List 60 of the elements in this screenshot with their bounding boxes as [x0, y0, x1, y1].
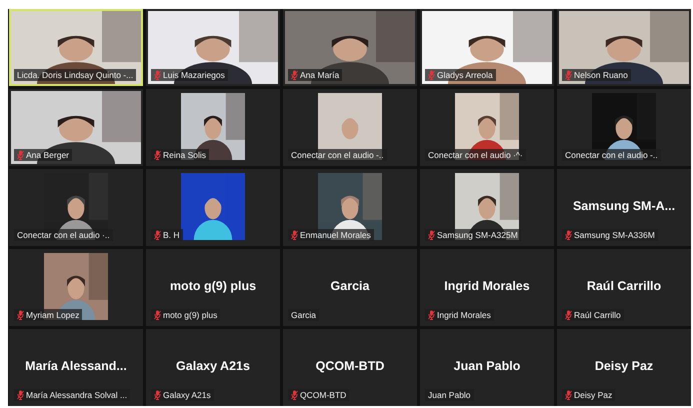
participant-label: Galaxy A21s: [163, 389, 211, 401]
video-tile[interactable]: QCOM-BTD QCOM-BTD: [283, 329, 417, 406]
participant-label: B. H: [163, 229, 180, 241]
video-tile[interactable]: María Alessand... María Alessandra Solval ...: [9, 329, 143, 406]
video-tile[interactable]: moto g(9) plus moto g(9) plus: [146, 249, 280, 326]
video-tile[interactable]: Ana María: [283, 9, 417, 86]
participant-label: Samsung SM-A336M: [574, 229, 655, 241]
video-tile[interactable]: Ana Berger: [9, 89, 143, 166]
video-tile[interactable]: Nelson Ruano: [557, 9, 691, 86]
video-tile[interactable]: Conectar con el audio ·^·: [420, 89, 554, 166]
video-tile[interactable]: Ingrid Morales Ingrid Morales: [420, 249, 554, 326]
participant-name: María Alessand...: [24, 358, 128, 375]
video-tile[interactable]: Reina Solis: [146, 89, 280, 166]
participant-label: Conectar con el audio ·..: [17, 229, 110, 241]
participant-name: Raúl Carrillo: [586, 278, 662, 295]
participant-label: Conectar con el audio ·^·: [428, 149, 523, 161]
participant-name: Ingrid Morales: [443, 278, 531, 295]
video-tile[interactable]: Garcia Garcia: [283, 249, 417, 326]
video-tile[interactable]: Gladys Arreola: [420, 9, 554, 86]
participant-label: Raúl Carrillo: [574, 309, 621, 321]
participant-label: Ingrid Morales: [437, 309, 491, 321]
participant-label: moto g(9) plus: [163, 309, 218, 321]
video-tile[interactable]: Raúl Carrillo Raúl Carrillo: [557, 249, 691, 326]
video-tile[interactable]: Conectar con el audio -..: [283, 89, 417, 166]
participant-label: Myriam Lopez: [26, 309, 80, 321]
video-tile[interactable]: Myriam Lopez: [9, 249, 143, 326]
participant-name: Garcia: [330, 278, 370, 295]
participant-label: Ana Berger: [26, 149, 69, 161]
participant-label: Samsung SM-A325M: [437, 229, 518, 241]
participant-name: QCOM-BTD: [314, 358, 386, 375]
video-tile[interactable]: Deisy Paz Deisy Paz: [557, 329, 691, 406]
participant-label: QCOM-BTD: [300, 389, 346, 401]
participant-label: Ana María: [300, 69, 340, 81]
participant-label: Gladys Arreola: [437, 69, 493, 81]
participant-name: Deisy Paz: [594, 358, 654, 375]
participant-name: Juan Pablo: [452, 358, 522, 375]
video-tile[interactable]: Samsung SM-A325M: [420, 169, 554, 246]
participant-name: moto g(9) plus: [168, 278, 258, 295]
participant-label: Conectar con el audio -..: [565, 149, 658, 161]
participant-label: Reina Solis: [163, 149, 206, 161]
video-tile[interactable]: Conectar con el audio -..: [557, 89, 691, 166]
participant-label: Luis Mazariegos: [163, 69, 225, 81]
participant-label: Licda. Doris Lindsay Quinto -...: [17, 69, 134, 81]
video-tile[interactable]: Juan Pablo Juan Pablo: [420, 329, 554, 406]
video-tile[interactable]: Conectar con el audio ·..: [9, 169, 143, 246]
participant-label: Deisy Paz: [574, 389, 612, 401]
video-tile[interactable]: Galaxy A21s Galaxy A21s: [146, 329, 280, 406]
participant-name: Samsung SM-A...: [572, 198, 676, 215]
participant-label: María Alessandra Solval ...: [26, 389, 128, 401]
participant-label: Enmanuel Morales: [300, 229, 371, 241]
participant-label: Conectar con el audio -..: [291, 149, 384, 161]
video-tile[interactable]: Luis Mazariegos: [146, 9, 280, 86]
video-tile[interactable]: B. H: [146, 169, 280, 246]
video-tile[interactable]: Enmanuel Morales: [283, 169, 417, 246]
video-tile[interactable]: Licda. Doris Lindsay Quinto -...: [9, 9, 143, 86]
participant-label: Garcia: [291, 309, 316, 321]
video-tile[interactable]: Samsung SM-A... Samsung SM-A336M: [557, 169, 691, 246]
participant-label: Juan Pablo: [428, 389, 471, 401]
participant-label: Nelson Ruano: [574, 69, 628, 81]
participant-name: Galaxy A21s: [175, 358, 251, 375]
